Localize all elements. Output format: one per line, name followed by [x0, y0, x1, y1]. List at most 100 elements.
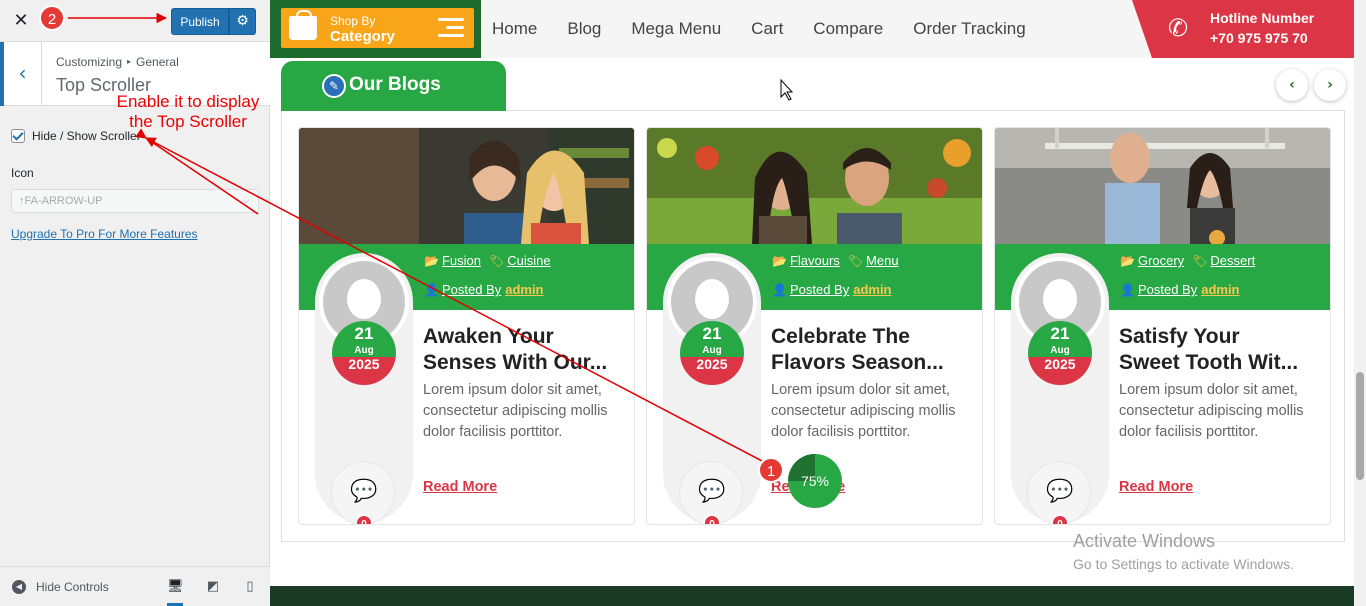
card-title[interactable]: Awaken Your Senses With Our... — [423, 324, 623, 376]
comments-icon[interactable]: 💬 — [695, 479, 729, 505]
posted-by-label: Posted By — [1137, 282, 1198, 297]
card-tags: 📂 Fusion 🏷 Cuisine — [424, 253, 559, 268]
category-wrap: Shop By Category — [270, 0, 481, 58]
desktop-preview-icon[interactable]: 🖥 — [167, 579, 184, 606]
page-scrollbar[interactable] — [1354, 0, 1366, 606]
author-link[interactable]: admin — [853, 282, 891, 297]
folder-icon: 📂 — [424, 253, 439, 268]
comment-count: 0 — [1051, 514, 1069, 524]
tag-link[interactable]: Grocery — [1138, 253, 1184, 268]
folder-icon: 📂 — [1120, 253, 1135, 268]
card-title-line2: Sweet Tooth Wit... — [1119, 351, 1299, 374]
author-link[interactable]: admin — [1201, 282, 1239, 297]
phone-icon: ✆ — [1168, 14, 1189, 42]
close-customizer-button[interactable]: ✕ — [8, 8, 34, 34]
folder-icon: 📂 — [772, 253, 787, 268]
blog-section-tab: ✎ Our Blogs — [281, 61, 506, 111]
site-header: Shop By Category Home Blog Mega Menu Car… — [270, 0, 1366, 58]
top-scroller-button[interactable]: 75% — [788, 454, 842, 508]
nav-mega-menu[interactable]: Mega Menu — [631, 19, 721, 39]
annotation-text: Enable it to display the Top Scroller — [106, 92, 270, 132]
card-description: Lorem ipsum dolor sit amet, consectetur … — [1119, 382, 1304, 440]
read-more-link[interactable]: Read More — [1119, 479, 1193, 495]
date-day: 21 — [1050, 324, 1070, 343]
posted-by-label: Posted By — [441, 282, 502, 297]
carousel-prev-button[interactable]: ‹ — [1276, 69, 1308, 101]
mobile-preview-icon[interactable]: ▯ — [242, 579, 258, 595]
card-tags: 📂 Grocery 🏷 Dessert — [1120, 253, 1263, 268]
comments-icon[interactable]: 💬 — [1043, 479, 1077, 505]
blog-image-kitchen-couple[interactable] — [995, 128, 1331, 244]
tag-link[interactable]: Menu — [866, 253, 899, 268]
hide-show-scroller-checkbox[interactable] — [11, 129, 25, 143]
date-year: 2025 — [1044, 356, 1076, 372]
hotline-title: Hotline Number — [1210, 10, 1315, 26]
annotation-badge-2: 2 — [39, 5, 65, 31]
category-big-label: Category — [330, 28, 396, 45]
main-navigation: Home Blog Mega Menu Cart Compare Order T… — [492, 0, 1056, 58]
card-author-row: 👤 Posted By admin — [1120, 282, 1240, 297]
icon-field-label: Icon — [11, 166, 34, 180]
back-button[interactable]: ‹ — [0, 42, 42, 106]
activate-windows-subtitle: Go to Settings to activate Windows. — [1073, 556, 1294, 572]
tablet-preview-icon[interactable]: ◩ — [205, 579, 221, 595]
blog-card: 21 Aug 2025 💬 0 📂 Fusion 🏷 Cuisine 👤 Pos… — [298, 127, 635, 525]
card-description: Lorem ipsum dolor sit amet, consectetur … — [423, 382, 608, 440]
read-more-link[interactable]: Read More — [423, 479, 497, 495]
blog-card: 21 Aug 2025 💬 0 📂 Grocery 🏷 Dessert 👤 Po… — [994, 127, 1331, 525]
date-month: Aug — [1050, 345, 1070, 356]
footer-band — [270, 586, 1366, 606]
blog-image-shoppers[interactable] — [299, 128, 635, 244]
card-tags: 📂 Flavours 🏷 Menu — [772, 253, 907, 268]
blog-section-title: Our Blogs — [349, 74, 441, 95]
date-badge: 21 Aug 2025 — [680, 321, 744, 385]
hotline-number[interactable]: +70 975 975 70 — [1210, 30, 1308, 46]
tag-link[interactable]: Flavours — [790, 253, 840, 268]
customizer-footer: ◀ Hide Controls 🖥 ◩ ▯ — [0, 566, 270, 606]
posted-by-label: Posted By — [789, 282, 850, 297]
nav-compare[interactable]: Compare — [813, 19, 883, 39]
card-title-line1: Satisfy Your — [1119, 325, 1240, 348]
icon-select-value: FA-ARROW-UP — [24, 195, 103, 207]
hide-controls-button[interactable]: ◀ Hide Controls — [12, 580, 109, 594]
icon-select[interactable]: ↑FA-ARROW-UP ⌵ — [11, 189, 259, 213]
breadcrumb-root: Customizing — [56, 55, 123, 69]
tag-link[interactable]: Fusion — [442, 253, 481, 268]
publish-button[interactable]: Publish — [171, 8, 229, 35]
nav-blog[interactable]: Blog — [567, 19, 601, 39]
activate-windows-title: Activate Windows — [1073, 531, 1216, 551]
card-title-line2: Flavors Season... — [771, 351, 944, 374]
card-title[interactable]: Satisfy Your Sweet Tooth Wit... — [1119, 324, 1319, 376]
carousel-next-button[interactable]: › — [1314, 69, 1346, 101]
tag-icon: 🏷 — [1192, 253, 1208, 268]
category-small-label: Shop By — [330, 14, 376, 28]
comments-icon[interactable]: 💬 — [347, 479, 381, 505]
scrollbar-thumb[interactable] — [1356, 372, 1364, 480]
date-month: Aug — [354, 345, 374, 356]
card-title-line1: Celebrate The — [771, 325, 910, 348]
user-icon: 👤 — [772, 282, 787, 297]
date-badge: 21 Aug 2025 — [1028, 321, 1092, 385]
customizer-sidebar: ✕ Publish ⚙ ‹ Customizing ▸ General Top Sc… — [0, 0, 270, 606]
date-badge: 21 Aug 2025 — [332, 321, 396, 385]
user-icon: 👤 — [424, 282, 439, 297]
collapse-arrow-icon: ◀ — [12, 580, 26, 594]
card-title[interactable]: Celebrate The Flavors Season... — [771, 324, 971, 376]
tag-link[interactable]: Dessert — [1210, 253, 1255, 268]
shop-by-category-button[interactable]: Shop By Category — [281, 8, 474, 48]
publish-settings-gear-icon[interactable]: ⚙ — [229, 8, 256, 35]
tag-link[interactable]: Cuisine — [507, 253, 550, 268]
hamburger-menu-icon — [438, 18, 464, 38]
user-icon: 👤 — [1120, 282, 1135, 297]
nav-order-tracking[interactable]: Order Tracking — [913, 19, 1025, 39]
nav-home[interactable]: Home — [492, 19, 537, 39]
nav-cart[interactable]: Cart — [751, 19, 783, 39]
date-day: 21 — [354, 324, 374, 343]
annotation-text-line2: the Top Scroller — [129, 112, 247, 131]
upgrade-pro-link[interactable]: Upgrade To Pro For More Features — [11, 227, 198, 241]
date-month: Aug — [702, 345, 722, 356]
breadcrumb-section: General — [136, 55, 179, 69]
blog-image-couple-produce[interactable] — [647, 128, 983, 244]
hide-controls-label: Hide Controls — [36, 580, 109, 594]
author-link[interactable]: admin — [505, 282, 543, 297]
